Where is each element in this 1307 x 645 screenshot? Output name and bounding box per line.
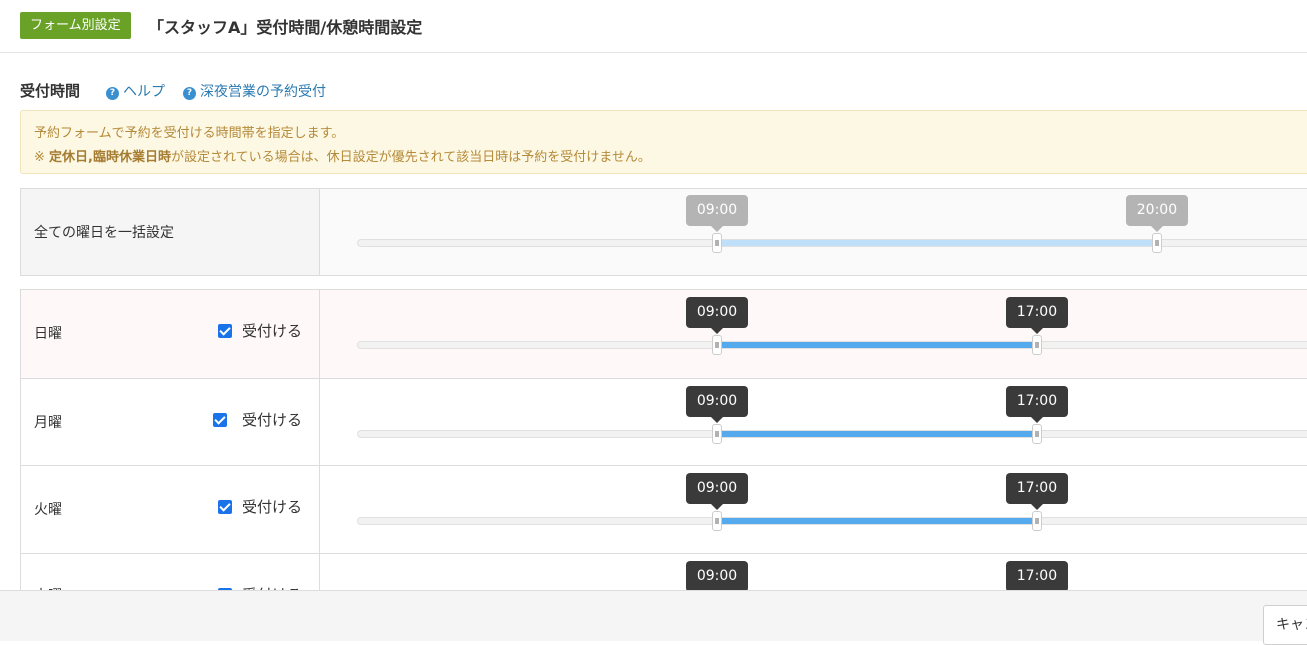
weekday-row: 水曜受付ける 09:00 17:00	[21, 553, 1307, 590]
accept-label: 受付ける	[242, 411, 303, 429]
bulk-setting-label: 全ての曜日を一括設定	[34, 225, 174, 241]
slider-end-handle[interactable]	[1031, 335, 1042, 355]
weekday-row: 月曜 受付ける 09:00 17:00	[21, 378, 1307, 465]
slider-start-tooltip: 09:00	[686, 561, 748, 590]
notice-line-1: 予約フォームで予約を受付ける時間帯を指定します。	[34, 126, 345, 141]
slider-start-handle[interactable]	[712, 424, 722, 444]
slider-range-fill	[721, 518, 1035, 524]
weekday-name: 火曜	[34, 502, 62, 518]
slider-range-fill	[721, 431, 1035, 437]
notice-line-2: ※ 定休日,臨時休業日時が設定されている場合は、休日設定が優先されて該当日時は予…	[34, 146, 651, 165]
slider-track[interactable]	[357, 517, 1307, 525]
slider-end-tooltip: 17:00	[1005, 386, 1068, 423]
weekday-name: 日曜	[34, 326, 62, 342]
weekday-label-cell: 日曜 受付ける	[21, 290, 320, 378]
slider-track[interactable]	[357, 341, 1307, 349]
form-settings-badge: フォーム別設定	[20, 12, 131, 39]
dialog-header: フォーム別設定 「スタッフA」受付時間/休憩時間設定	[0, 0, 1307, 53]
slider-start-handle[interactable]	[712, 335, 722, 355]
slider-track[interactable]	[357, 430, 1307, 438]
accept-label: 受付ける	[242, 322, 303, 340]
weekday-row: 火曜 受付ける 09:00 17:00	[21, 465, 1307, 553]
slider-start-tooltip: 09:00	[686, 297, 748, 334]
help-icon: ?	[106, 87, 119, 100]
slider-end-tooltip: 17:00	[1005, 297, 1068, 334]
late-night-link[interactable]: ? 深夜営業の予約受付	[183, 81, 326, 101]
accept-label: 受付ける	[242, 498, 303, 516]
slider-start-tooltip: 09:00	[686, 386, 748, 423]
bulk-setting-row: 全ての曜日を一括設定 09:00 20:00	[21, 189, 1307, 275]
dialog-title: 「スタッフA」受付時間/休憩時間設定	[148, 18, 423, 37]
slider-range-fill	[721, 240, 1155, 246]
slider-end-tooltip: 20:00	[1125, 195, 1188, 232]
slider-end-handle[interactable]	[1031, 511, 1042, 531]
weekday-label-cell: 火曜 受付ける	[21, 466, 320, 553]
slider-end-handle[interactable]	[1151, 233, 1162, 253]
help-link[interactable]: ? ヘルプ	[106, 81, 165, 101]
weekday-label-cell: 水曜受付ける	[21, 554, 320, 590]
slider-range-fill	[721, 342, 1035, 348]
weekday-label-cell: 月曜 受付ける	[21, 379, 320, 465]
weekday-table: 日曜 受付ける 09:00 17:00 月曜 受付ける 09:00 17:00 火曜 受付ける 09…	[20, 289, 1307, 590]
weekday-row: 日曜 受付ける 09:00 17:00	[21, 290, 1307, 378]
bulk-label-cell: 全ての曜日を一括設定	[21, 189, 320, 275]
cancel-button[interactable]: キャンセル	[1263, 605, 1307, 645]
weekday-name: 月曜	[34, 415, 62, 431]
slider-track[interactable]	[357, 239, 1307, 247]
slider-end-tooltip: 17:00	[1005, 561, 1068, 590]
notice-bold-text: 定休日,臨時休業日時	[49, 150, 171, 165]
bulk-setting-table: 全ての曜日を一括設定 09:00 20:00	[20, 188, 1307, 276]
accept-checkbox[interactable]	[218, 500, 232, 514]
slider-end-tooltip: 17:00	[1005, 473, 1068, 510]
slider-start-handle[interactable]	[712, 233, 722, 253]
slider-start-handle[interactable]	[712, 511, 722, 531]
accept-checkbox[interactable]	[213, 413, 227, 427]
dialog-footer: キャンセル	[0, 590, 1307, 645]
notice-box: 予約フォームで予約を受付ける時間帯を指定します。 ※ 定休日,臨時休業日時が設定…	[20, 110, 1307, 174]
slider-start-tooltip: 09:00	[686, 473, 748, 510]
notice-mark: ※	[34, 150, 45, 165]
section-header: 受付時間 ? ヘルプ ? 深夜営業の予約受付	[20, 80, 326, 100]
help-link-label: ヘルプ	[123, 84, 165, 100]
accept-checkbox[interactable]	[218, 324, 232, 338]
notice-rest-text: が設定されている場合は、休日設定が優先されて該当日時は予約を受付けません。	[171, 150, 651, 165]
help-icon: ?	[183, 87, 196, 100]
late-night-link-label: 深夜営業の予約受付	[200, 84, 326, 100]
slider-end-handle[interactable]	[1031, 424, 1042, 444]
section-title: 受付時間	[20, 82, 81, 100]
slider-start-tooltip: 09:00	[686, 195, 748, 232]
